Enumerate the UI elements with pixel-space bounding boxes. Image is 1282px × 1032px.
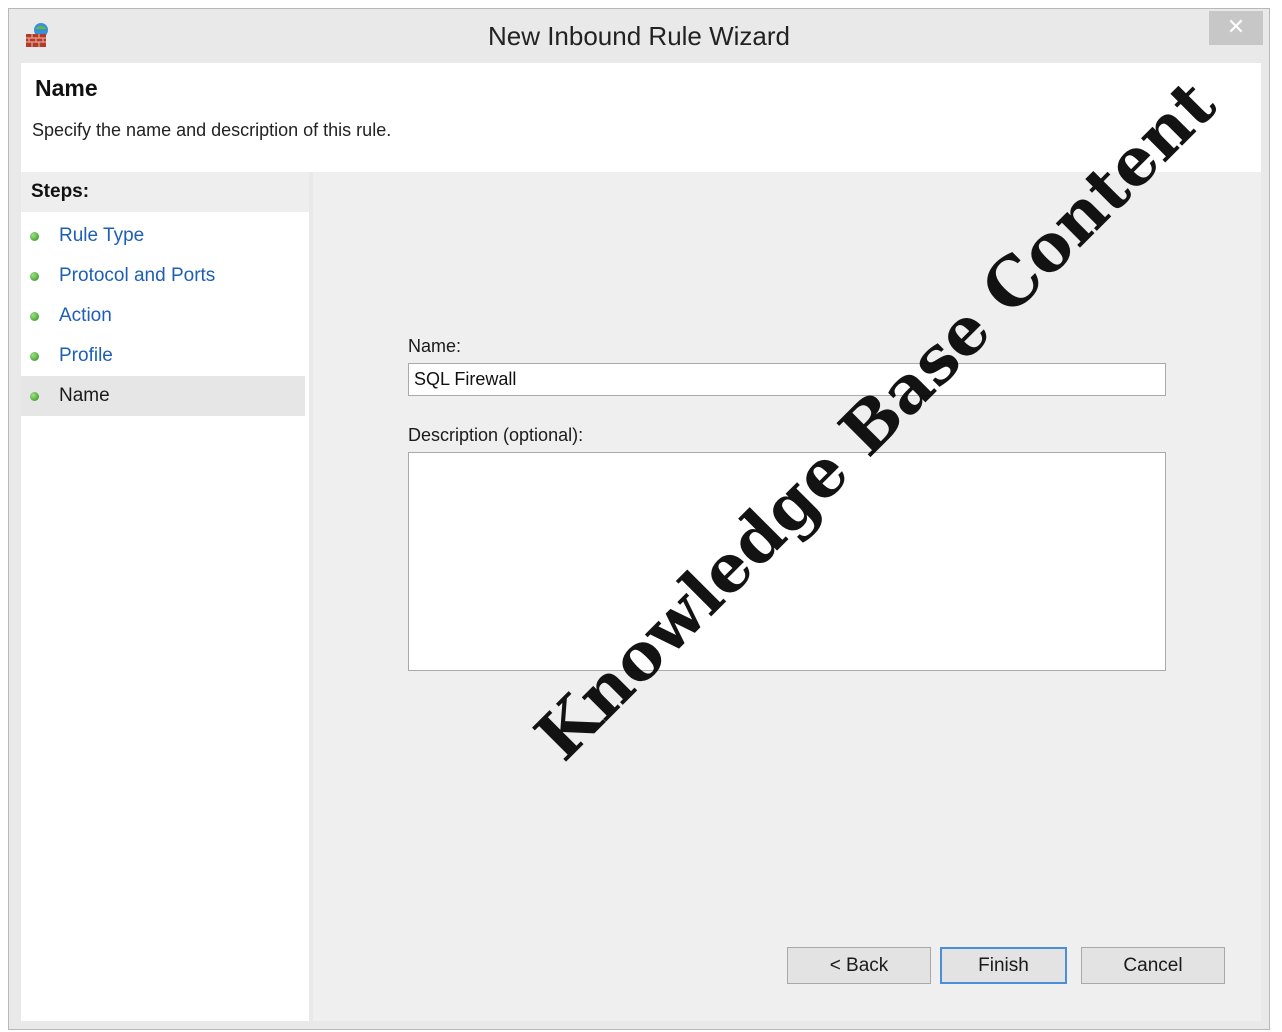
description-label: Description (optional): <box>408 425 584 445</box>
step-rule-type[interactable]: Rule Type <box>21 216 305 256</box>
green-dot-icon <box>30 232 39 241</box>
step-label: Rule Type <box>59 225 145 246</box>
step-label: Name <box>59 385 110 406</box>
wizard-window: New Inbound Rule Wizard ✕ Name Specify t… <box>8 8 1270 1030</box>
step-protocol-and-ports[interactable]: Protocol and Ports <box>21 256 305 296</box>
step-label: Protocol and Ports <box>59 265 216 286</box>
page-title: Name <box>35 75 98 101</box>
window-title: New Inbound Rule Wizard <box>487 21 791 51</box>
step-label: Action <box>59 305 112 326</box>
description-input[interactable] <box>408 452 1166 671</box>
back-button[interactable]: < Back <box>787 947 931 984</box>
wizard-header: Name Specify the name and description of… <box>21 63 1261 172</box>
green-dot-icon <box>30 312 39 321</box>
steps-panel: Steps: Rule Type Protocol and Ports Acti… <box>21 172 309 1021</box>
title-bar: New Inbound Rule Wizard ✕ <box>9 9 1269 63</box>
steps-title: Steps: <box>21 172 309 212</box>
step-action[interactable]: Action <box>21 296 305 336</box>
close-button[interactable]: ✕ <box>1209 11 1263 45</box>
green-dot-icon <box>30 272 39 281</box>
step-label: Profile <box>59 345 113 366</box>
step-profile[interactable]: Profile <box>21 336 305 376</box>
page-subtitle: Specify the name and description of this… <box>32 120 392 140</box>
close-icon: ✕ <box>1226 14 1246 39</box>
name-input[interactable] <box>408 363 1166 396</box>
finish-button[interactable]: Finish <box>940 947 1067 984</box>
step-name: Name <box>21 376 305 416</box>
cancel-button[interactable]: Cancel <box>1081 947 1225 984</box>
green-dot-icon <box>30 392 39 401</box>
name-label: Name: <box>408 336 462 356</box>
green-dot-icon <box>30 352 39 361</box>
content-panel: Name: Description (optional): < Back Fin… <box>313 172 1261 1021</box>
